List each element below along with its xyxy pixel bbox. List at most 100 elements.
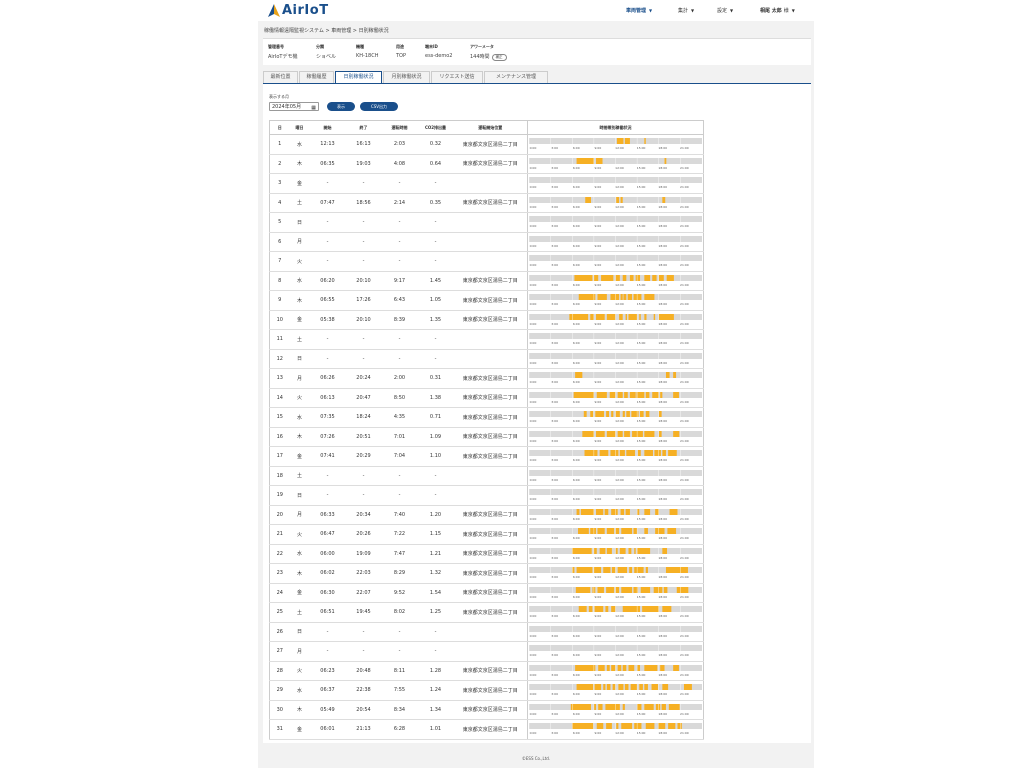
cell-start: 07:35 <box>309 407 346 428</box>
tick-label: 6:00 <box>573 634 580 638</box>
cell-co2: - <box>417 349 454 369</box>
tick-label: 15:00 <box>637 302 646 306</box>
hourly-timeline: 0:00 3:00 6:00 9:00 12:00 15:00 18:00 21:00 <box>528 138 702 150</box>
tick-label: 6:00 <box>573 712 580 716</box>
tick-label: 3:00 <box>551 692 558 696</box>
hourly-chart-cell: 0:00 3:00 6:00 9:00 12:00 15:00 18:00 21:00 <box>527 524 704 545</box>
cell-weekday: 木 <box>289 700 310 720</box>
operation-segment <box>620 294 623 301</box>
chevron-down-icon: ▼ <box>649 8 653 13</box>
operation-segment <box>611 664 616 671</box>
hourly-timeline: 0:00 3:00 6:00 9:00 12:00 15:00 18:00 21:00 <box>528 606 702 618</box>
nav-settings[interactable]: 設定 ▼ <box>717 7 733 14</box>
cell-start: 06:30 <box>309 583 346 603</box>
nav-vehicle-management[interactable]: 車両管理 ▼ <box>626 7 652 14</box>
tick-label: 21:00 <box>680 556 689 560</box>
tab-request-send[interactable]: リクエスト送信 <box>431 71 483 83</box>
table-row: 12 日 - - - -0:00 3:00 6:00 9:00 12:00 15:00 18:00 21… <box>269 349 704 369</box>
operation-segment <box>598 703 603 710</box>
logo[interactable]: AirIoT <box>268 2 329 19</box>
cell-operating-time: - <box>381 641 418 662</box>
operation-segment <box>596 391 607 398</box>
operation-segment <box>599 547 606 554</box>
user-menu[interactable]: 相尾 太郎様 ▼ <box>760 7 795 14</box>
operation-segment <box>603 684 606 691</box>
operation-segment <box>611 411 614 418</box>
tick-label: 0:00 <box>530 556 537 560</box>
tick-label: 6:00 <box>573 283 580 287</box>
operation-segment <box>664 157 667 164</box>
operation-segment <box>637 508 640 515</box>
cell-operating-time: 8:29 <box>381 563 418 584</box>
operation-segment <box>625 508 630 515</box>
tick-label: 9:00 <box>595 439 602 443</box>
cell-day: 7 <box>269 251 290 272</box>
operation-segment <box>620 508 625 515</box>
cell-location: 東京都文京区湯島二丁目 <box>453 134 528 155</box>
operation-segment <box>628 547 632 554</box>
tick-label: 3:00 <box>551 185 558 189</box>
tick-label: 9:00 <box>595 341 602 345</box>
cell-location: 東京都文京区湯島二丁目 <box>453 368 528 389</box>
nav-summary[interactable]: 集計 ▼ <box>678 7 694 14</box>
tick-label: 0:00 <box>530 458 537 462</box>
show-button[interactable]: 表示 <box>327 102 355 111</box>
info-key: 管理番号 <box>268 44 284 49</box>
cell-end: - <box>345 232 382 252</box>
tick-label: 21:00 <box>680 263 689 267</box>
tab-maintenance[interactable]: メンテナンス管理 <box>484 71 548 83</box>
table-row: 29 水 06:37 22:38 7:55 1.24 東京都文京区湯島二丁目 0:00 3:00… <box>269 680 704 701</box>
cell-end: 19:03 <box>345 154 382 174</box>
tick-label: 6:00 <box>573 146 580 150</box>
hourly-chart-cell: 0:00 3:00 6:00 9:00 12:00 15:00 18:00 21:00 <box>527 544 704 564</box>
tick-label: 6:00 <box>573 497 580 501</box>
tab-monthly-status[interactable]: 月別稼働状況 <box>383 71 430 83</box>
cell-start: - <box>309 251 346 272</box>
operation-segment <box>574 274 593 281</box>
operation-segment <box>572 567 575 574</box>
cell-start: 12:13 <box>309 134 346 155</box>
tick-label: 3:00 <box>551 263 558 267</box>
cell-co2: 1.20 <box>417 505 454 525</box>
operation-segment <box>615 274 620 281</box>
calendar-icon[interactable]: ▦ <box>311 104 316 113</box>
tick-label: 9:00 <box>595 575 602 579</box>
tick-label: 18:00 <box>658 322 667 326</box>
info-value: KH-18CH <box>356 53 379 59</box>
operation-segment <box>628 313 638 320</box>
tick-label: 6:00 <box>573 400 580 404</box>
tick-label: 21:00 <box>680 614 689 618</box>
tab-latest-location[interactable]: 最新位置 <box>263 71 298 83</box>
cell-location <box>453 641 528 662</box>
info-value: ess-demo2 <box>425 53 453 59</box>
operation-segment <box>582 430 594 437</box>
table-row: 21 火 06:47 20:26 7:22 1.15 東京都文京区湯島二丁目 0:00 3:00… <box>269 524 704 545</box>
operation-segment <box>605 606 609 613</box>
operation-segment <box>597 528 605 535</box>
month-input[interactable]: 2024年05月 ▦ <box>269 102 319 111</box>
operation-segment <box>622 606 641 613</box>
tick-label: 3:00 <box>551 146 558 150</box>
tick-label: 18:00 <box>658 224 667 228</box>
tick-label: 6:00 <box>573 205 580 209</box>
tick-label: 3:00 <box>551 517 558 521</box>
correct-button[interactable]: 補正 <box>491 54 507 61</box>
cell-operating-time: - <box>381 173 418 194</box>
tick-label: 3:00 <box>551 302 558 306</box>
csv-export-button[interactable]: CSV出力 <box>360 102 398 111</box>
tick-label: 21:00 <box>680 536 689 540</box>
cell-day: 13 <box>269 368 290 389</box>
tick-label: 21:00 <box>680 731 689 735</box>
tick-label: 9:00 <box>595 419 602 423</box>
tick-label: 12:00 <box>615 634 624 638</box>
cell-end: - <box>345 212 382 233</box>
header-co2: CO2排出量 <box>417 120 454 135</box>
tab-operation-history[interactable]: 稼働履歴 <box>299 71 334 83</box>
cell-day: 24 <box>269 583 290 603</box>
operation-segment <box>622 411 625 418</box>
hourly-chart-cell: 0:00 3:00 6:00 9:00 12:00 15:00 18:00 21:00 <box>527 563 704 584</box>
operation-segment <box>639 684 643 691</box>
operation-segment <box>662 684 669 691</box>
tick-label: 12:00 <box>615 419 624 423</box>
hourly-timeline: 0:00 3:00 6:00 9:00 12:00 15:00 18:00 21:00 <box>528 625 702 638</box>
